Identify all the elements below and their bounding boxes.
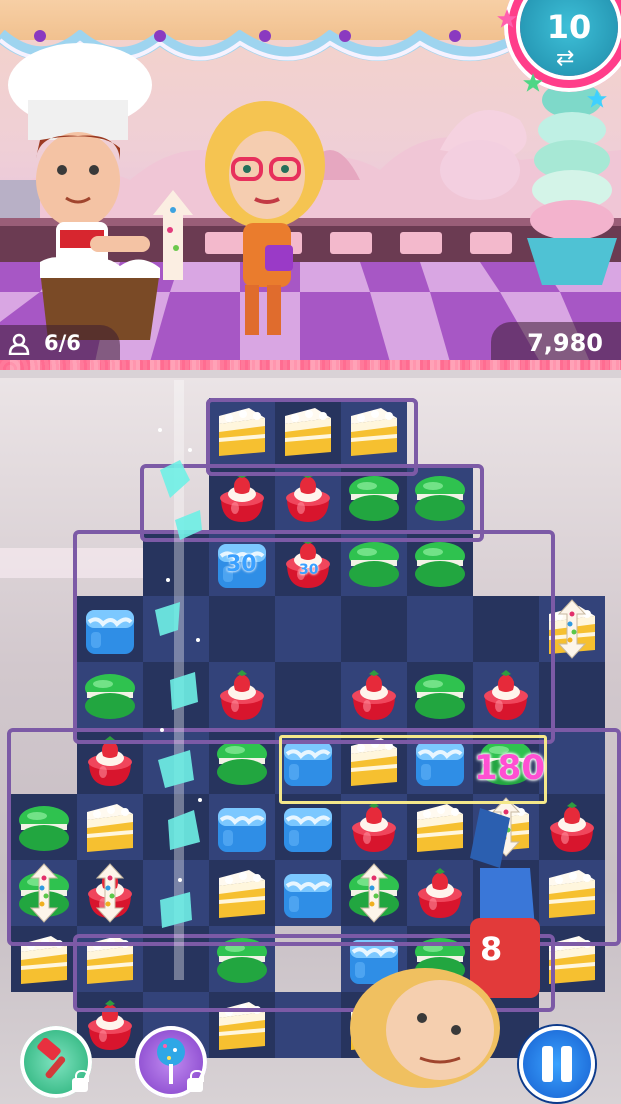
cake-slice-candy[interactable]	[275, 398, 341, 464]
strawberry-cupcake-candy[interactable]	[473, 662, 539, 728]
cake-slice-candy[interactable]	[539, 926, 605, 992]
star-icon	[497, 9, 517, 28]
lock-icon	[72, 1070, 89, 1092]
strawberry-cupcake-candy[interactable]	[341, 662, 407, 728]
boy-character: 8	[350, 808, 540, 1088]
green-macaron-candy[interactable]	[77, 662, 143, 728]
striped-strawberry-cupcake-candy[interactable]	[77, 860, 143, 926]
cake-slice-candy[interactable]	[209, 398, 275, 464]
sparkle-trail	[155, 380, 202, 980]
score-popup: 30	[299, 562, 319, 578]
score-popup: 30	[226, 552, 257, 577]
bakery-scene: 6/6 7,980 10 ⇄	[0, 0, 621, 370]
chef-girl-character	[205, 101, 325, 335]
striped-cake-slice-candy[interactable]	[539, 596, 605, 662]
svg-text:8: 8	[480, 930, 502, 968]
green-macaron-candy[interactable]	[341, 464, 407, 530]
green-macaron-candy[interactable]	[341, 530, 407, 596]
lock-icon	[187, 1070, 204, 1092]
swap-arrows-icon: ⇄	[556, 46, 575, 71]
cake-slice-candy[interactable]	[209, 860, 275, 926]
green-macaron-candy[interactable]	[407, 464, 473, 530]
cake-slice-candy[interactable]	[539, 860, 605, 926]
cake-slice-candy[interactable]	[209, 992, 275, 1058]
cake-pop-booster-button[interactable]	[135, 1026, 207, 1098]
blue-jelly-cube-candy[interactable]	[209, 794, 275, 860]
green-macaron-candy[interactable]	[11, 794, 77, 860]
cake-slice-candy[interactable]	[77, 794, 143, 860]
star-icon	[587, 89, 607, 108]
combo-score-popup: 180	[474, 748, 545, 788]
green-macaron-candy[interactable]	[407, 530, 473, 596]
cake-slice-candy[interactable]	[11, 926, 77, 992]
green-macaron-candy[interactable]	[209, 926, 275, 992]
star-icon	[523, 73, 543, 92]
green-macaron-candy[interactable]	[209, 728, 275, 794]
strawberry-cupcake-candy[interactable]	[209, 662, 275, 728]
hammer-booster-button[interactable]	[20, 1026, 92, 1098]
chef-character	[8, 43, 160, 340]
scene-border	[0, 360, 621, 370]
players-counter: 6/6	[0, 325, 120, 361]
score-display: 7,980	[491, 322, 621, 362]
cake-pop-icon	[157, 1038, 185, 1084]
green-macaron-candy[interactable]	[407, 662, 473, 728]
pause-icon-bar	[561, 1046, 572, 1082]
hammer-icon	[37, 1038, 66, 1079]
strawberry-cupcake-candy[interactable]	[539, 794, 605, 860]
dessert-tower	[153, 190, 193, 280]
players-count-text: 6/6	[44, 331, 81, 355]
cake-slice-candy[interactable]	[77, 926, 143, 992]
striped-green-macaron-candy[interactable]	[11, 860, 77, 926]
person-icon	[8, 333, 30, 355]
moves-left-text: 10	[546, 8, 592, 46]
strawberry-cupcake-candy[interactable]	[77, 728, 143, 794]
blue-jelly-cube-candy[interactable]	[77, 596, 143, 662]
score-text: 7,980	[527, 329, 603, 357]
pause-button[interactable]	[519, 1026, 595, 1102]
moves-left-badge: 10 ⇄	[497, 0, 621, 108]
strawberry-cupcake-candy[interactable]	[275, 464, 341, 530]
cake-slice-candy[interactable]	[341, 398, 407, 464]
pause-icon	[542, 1046, 553, 1082]
strawberry-cupcake-candy[interactable]	[209, 464, 275, 530]
